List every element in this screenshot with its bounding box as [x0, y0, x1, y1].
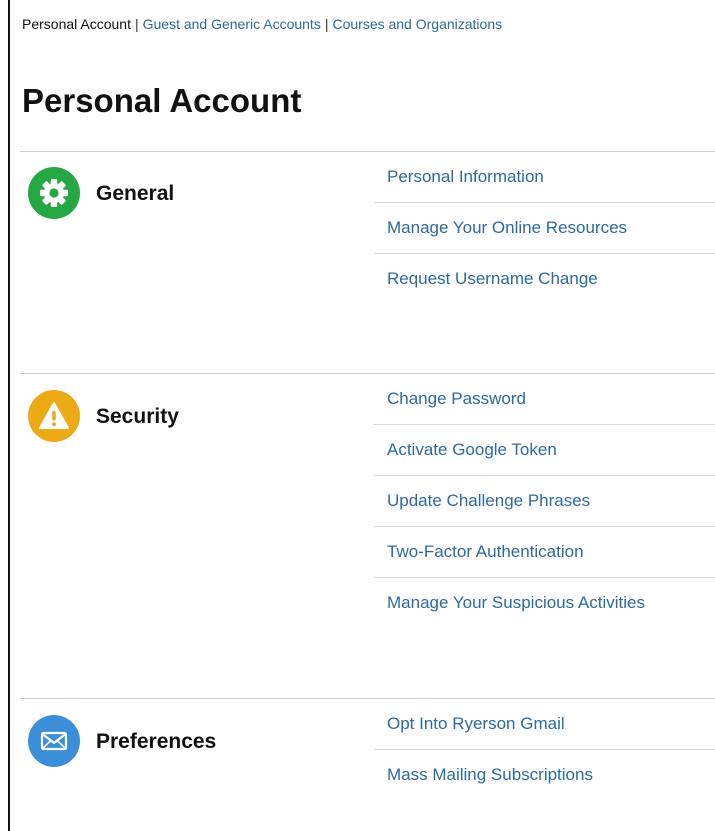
nav-separator: | — [134, 16, 139, 32]
page-frame: Personal Account | Guest and Generic Accou… — [8, 0, 715, 831]
list-item: Update Challenge Phrases — [374, 476, 715, 527]
section-label-general: General — [96, 182, 175, 205]
link-personal-information[interactable]: Personal Information — [387, 167, 544, 187]
list-item: Manage Your Suspicious Activities — [374, 578, 715, 629]
warning-icon — [28, 390, 80, 442]
account-type-nav: Personal Account | Guest and Generic Accou… — [22, 16, 502, 32]
preferences-links: Opt Into Ryerson Gmail Mass Mailing Subs… — [374, 699, 715, 801]
section-general: General Personal Information Manage Your… — [20, 151, 715, 373]
nav-separator: | — [324, 16, 329, 32]
security-links: Change Password Activate Google Token Up… — [374, 374, 715, 629]
list-item: Personal Information — [374, 152, 715, 203]
list-item: Two-Factor Authentication — [374, 527, 715, 578]
link-activate-google-token[interactable]: Activate Google Token — [387, 440, 557, 460]
section-preferences: Preferences Opt Into Ryerson Gmail Mass … — [20, 698, 715, 831]
link-mass-mailing-subscriptions[interactable]: Mass Mailing Subscriptions — [387, 765, 593, 785]
link-opt-into-ryerson-gmail[interactable]: Opt Into Ryerson Gmail — [387, 714, 565, 734]
nav-link-courses-organizations[interactable]: Courses and Organizations — [332, 16, 502, 32]
list-item: Manage Your Online Resources — [374, 203, 715, 254]
list-item: Opt Into Ryerson Gmail — [374, 699, 715, 750]
section-label-preferences: Preferences — [96, 730, 217, 753]
section-security: Security Change Password Activate Google… — [20, 373, 715, 698]
gear-icon — [28, 167, 80, 219]
list-item: Request Username Change — [374, 254, 715, 305]
list-item: Activate Google Token — [374, 425, 715, 476]
page-title: Personal Account — [22, 82, 302, 119]
section-label-security: Security — [96, 405, 179, 428]
list-item: Change Password — [374, 374, 715, 425]
general-links: Personal Information Manage Your Online … — [374, 152, 715, 305]
link-request-username-change[interactable]: Request Username Change — [387, 269, 598, 289]
nav-link-guest-generic-accounts[interactable]: Guest and Generic Accounts — [143, 16, 321, 32]
link-two-factor-authentication[interactable]: Two-Factor Authentication — [387, 542, 584, 562]
link-update-challenge-phrases[interactable]: Update Challenge Phrases — [387, 491, 590, 511]
envelope-icon — [28, 715, 80, 767]
list-item: Mass Mailing Subscriptions — [374, 750, 715, 801]
nav-current-personal-account: Personal Account — [22, 16, 131, 32]
link-manage-suspicious-activities[interactable]: Manage Your Suspicious Activities — [387, 593, 645, 613]
link-change-password[interactable]: Change Password — [387, 389, 526, 409]
link-manage-online-resources[interactable]: Manage Your Online Resources — [387, 218, 627, 238]
